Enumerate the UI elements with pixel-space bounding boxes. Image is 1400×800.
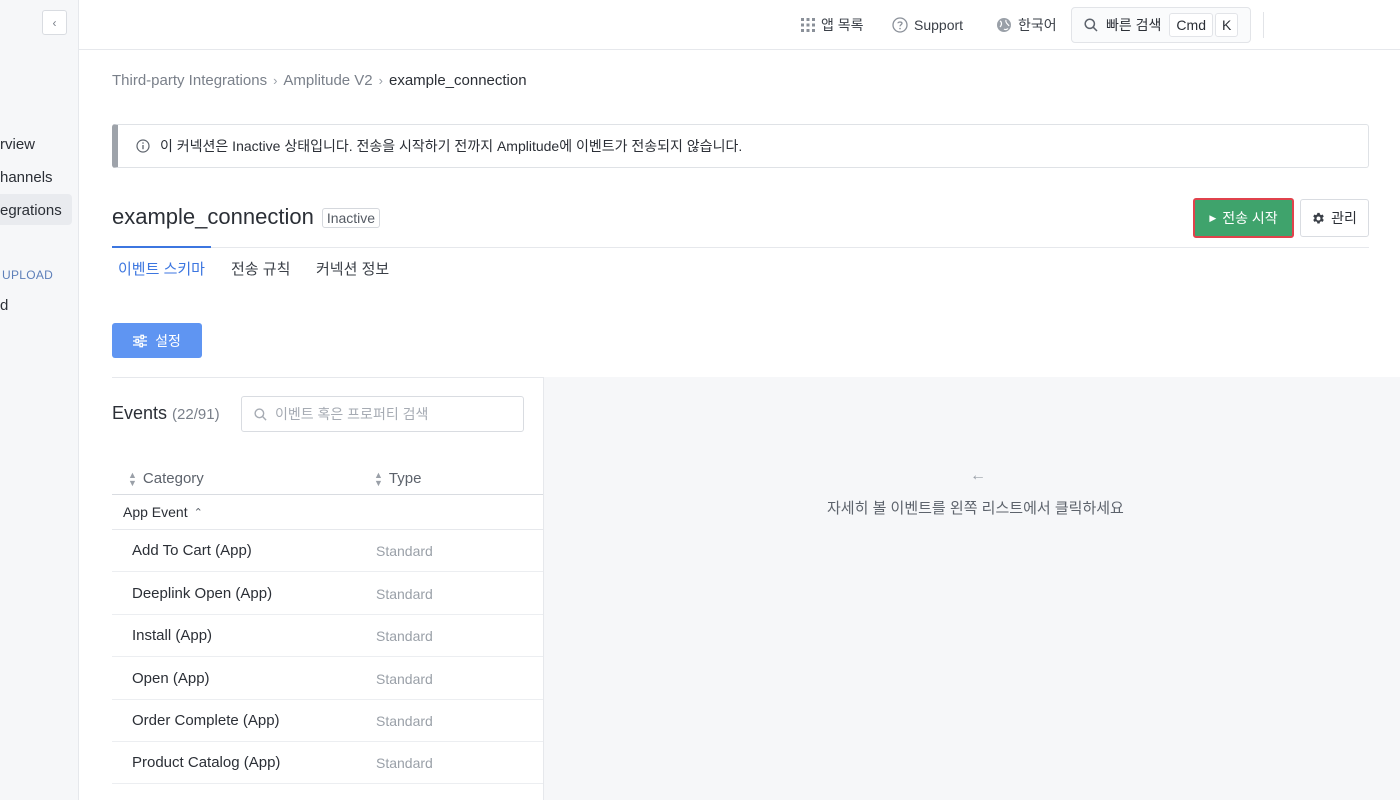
status-badge: Inactive: [321, 208, 381, 228]
tab-event-schema[interactable]: 이벤트 스키마: [118, 258, 205, 279]
event-name: Add To Cart (App): [132, 542, 252, 559]
settings-label: 설정: [155, 332, 181, 349]
events-heading: Events (22/91): [112, 403, 220, 424]
play-icon: ▶: [1209, 212, 1217, 223]
event-name: Product Catalog (App): [132, 754, 281, 771]
page-title: example_connection: [112, 204, 314, 229]
events-title: Events: [112, 403, 168, 423]
event-type: Standard: [376, 755, 433, 771]
table-row[interactable]: Install (App) Standard: [112, 615, 543, 657]
tab-connection-info[interactable]: 커넥션 정보: [316, 258, 389, 279]
tabs-divider: [112, 247, 1369, 248]
column-header-label: Category: [142, 470, 204, 487]
language-selector[interactable]: 한국어: [996, 0, 1057, 50]
event-type: Standard: [376, 713, 433, 729]
chevron-left-icon: ‹: [52, 15, 57, 30]
search-icon: [254, 407, 267, 421]
tab-transmission-rules[interactable]: 전송 규칙: [231, 258, 290, 279]
column-header-label: Type: [388, 470, 422, 487]
sidebar-item-label: egrations: [0, 202, 62, 219]
sidebar-item-overview[interactable]: rview: [0, 136, 35, 153]
sort-icon: ▲ ▼: [374, 469, 383, 488]
event-type: Standard: [376, 671, 433, 687]
active-tab-indicator: [112, 246, 211, 248]
sidebar: ‹ rview hannels egrations UPLOAD d: [0, 0, 79, 800]
events-count: (22/91): [172, 406, 220, 423]
event-type: Standard: [376, 628, 433, 644]
sidebar-item-upload[interactable]: d: [0, 297, 8, 314]
event-detail-panel: ← 자세히 볼 이벤트를 왼쪽 리스트에서 클릭하세요: [543, 377, 1400, 800]
manage-label: 관리: [1331, 210, 1357, 226]
event-type: Standard: [376, 586, 433, 602]
table-row[interactable]: Product Catalog (App) Standard: [112, 742, 543, 784]
sidebar-item-label: d: [0, 297, 9, 314]
table-row[interactable]: Open (App) Standard: [112, 658, 543, 700]
sidebar-item-label: hannels: [0, 169, 53, 186]
sidebar-collapse-button[interactable]: ‹: [42, 10, 67, 35]
chevron-right-icon: ›: [273, 73, 278, 88]
search-icon: [1084, 18, 1098, 32]
event-name: Open (App): [132, 670, 210, 687]
gear-icon: [1313, 212, 1324, 224]
event-name: Install (App): [132, 627, 213, 644]
sliders-icon: [133, 334, 148, 347]
sidebar-item-integrations[interactable]: egrations: [0, 194, 72, 225]
grid-icon: [801, 18, 815, 32]
chevron-right-icon: ›: [378, 73, 383, 88]
event-search-input[interactable]: 이벤트 혹은 프로퍼티 검색: [241, 396, 524, 432]
shortcut-key-k: K: [1214, 13, 1239, 37]
sort-icon: ▲ ▼: [128, 469, 137, 488]
table-row[interactable]: Add To Cart (App) Standard: [112, 530, 543, 572]
chevron-up-icon: ⌃: [193, 506, 203, 519]
breadcrumb-current: example_connection: [388, 72, 527, 89]
app-list-link[interactable]: 앱 목록: [801, 0, 864, 50]
start-transmission-label: 전송 시작: [1222, 210, 1278, 226]
connection-header: example_connection Inactive: [112, 204, 381, 230]
table-row[interactable]: Deeplink Open (App) Standard: [112, 573, 543, 615]
breadcrumb-link-integrations[interactable]: Third-party Integrations: [112, 72, 267, 89]
event-group-label: App Event: [123, 504, 188, 520]
globe-icon: [997, 18, 1011, 32]
manage-button[interactable]: 관리: [1300, 199, 1369, 237]
sidebar-item-label: rview: [0, 136, 36, 153]
language-label: 한국어: [1018, 17, 1057, 33]
arrow-left-icon: ←: [970, 467, 986, 484]
inactive-alert: 이 커넥션은 Inactive 상태입니다. 전송을 시작하기 전까지 Ampl…: [112, 124, 1369, 168]
support-link[interactable]: Support: [892, 0, 963, 50]
app-list-label: 앱 목록: [821, 17, 864, 33]
event-name: Deeplink Open (App): [132, 585, 273, 602]
top-bar: 앱 목록 Support 한국어 빠른 검색 Cmd K: [79, 0, 1400, 50]
column-header-category[interactable]: ▲ ▼ Category: [128, 470, 204, 487]
breadcrumb: Third-party Integrations › Amplitude V2 …: [112, 72, 527, 89]
shortcut-key-cmd: Cmd: [1169, 13, 1213, 37]
sidebar-item-channels[interactable]: hannels: [0, 169, 53, 186]
help-circle-icon: [892, 17, 908, 33]
column-header-type[interactable]: ▲ ▼ Type: [374, 470, 421, 487]
topbar-divider: [1263, 12, 1264, 38]
info-icon: [136, 139, 150, 153]
breadcrumb-link-amplitude[interactable]: Amplitude V2: [283, 72, 372, 89]
settings-button[interactable]: 설정: [112, 323, 202, 358]
event-search-placeholder: 이벤트 혹은 프로퍼티 검색: [275, 406, 429, 422]
event-type: Standard: [376, 543, 433, 559]
event-group-row[interactable]: App Event ⌃: [112, 495, 543, 530]
support-label: Support: [914, 17, 964, 33]
event-name: Order Complete (App): [132, 712, 280, 729]
table-row[interactable]: Order Complete (App) Standard: [112, 700, 543, 742]
start-transmission-button[interactable]: ▶ 전송 시작: [1193, 198, 1294, 238]
quick-search-label: 빠른 검색: [1106, 17, 1162, 33]
sidebar-section-upload: UPLOAD: [2, 268, 54, 282]
alert-message: 이 커넥션은 Inactive 상태입니다. 전송을 시작하기 전까지 Ampl…: [160, 138, 743, 154]
empty-state-message: 자세히 볼 이벤트를 왼쪽 리스트에서 클릭하세요: [827, 500, 1124, 517]
quick-search-button[interactable]: 빠른 검색 Cmd K: [1071, 7, 1251, 43]
